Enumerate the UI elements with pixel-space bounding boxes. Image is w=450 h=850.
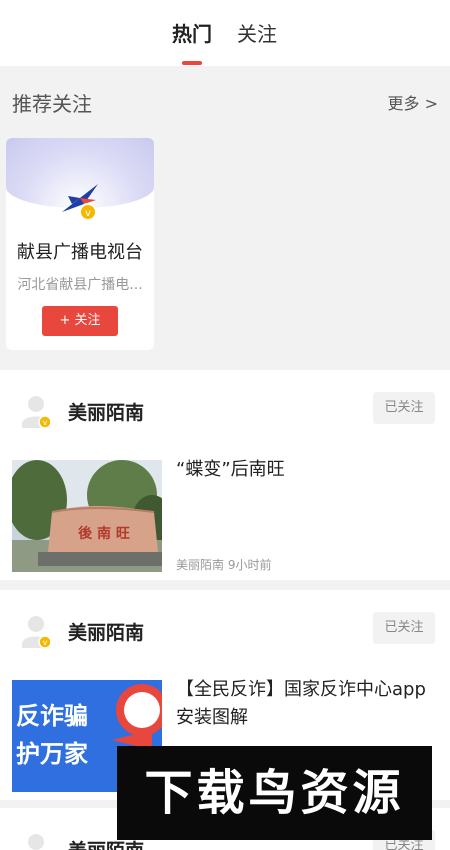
author-name[interactable]: 美丽陌南 bbox=[68, 618, 144, 645]
author-name[interactable]: 美丽陌南 bbox=[68, 398, 144, 425]
card-description: 河北省献县广播电... bbox=[17, 277, 143, 293]
top-tab-bar: 热门 关注 bbox=[0, 0, 450, 66]
feed-item[interactable]: v 美丽陌南 已关注 後 南 旺 “蝶变”后南旺 美丽陌南 9小时前 bbox=[0, 370, 450, 580]
svg-text:v: v bbox=[43, 638, 48, 647]
svg-text:v: v bbox=[85, 208, 91, 219]
recommend-section: 推荐关注 更多 > v 献县广播电视台 河北省献县广播电... + 关注 bbox=[0, 66, 450, 370]
article-thumbnail[interactable]: 後 南 旺 bbox=[12, 460, 162, 572]
recommend-card[interactable]: v 献县广播电视台 河北省献县广播电... + 关注 bbox=[6, 138, 154, 350]
banner-text-1: 反诈骗 bbox=[16, 702, 88, 730]
more-link[interactable]: 更多 > bbox=[388, 90, 439, 114]
avatar-icon[interactable]: v bbox=[22, 394, 50, 428]
avatar-icon[interactable]: v bbox=[22, 614, 50, 648]
card-name: 献县广播电视台 bbox=[17, 242, 143, 263]
svg-text:v: v bbox=[43, 418, 48, 427]
stone-sign-image: 後 南 旺 bbox=[12, 460, 162, 572]
tab-follow[interactable]: 关注 bbox=[237, 18, 277, 47]
avatar-icon[interactable] bbox=[22, 832, 50, 850]
followed-button[interactable]: 已关注 bbox=[373, 612, 435, 644]
followed-button[interactable]: 已关注 bbox=[373, 392, 435, 424]
article-meta: 美丽陌南 9小时前 bbox=[176, 558, 272, 572]
tab-hot[interactable]: 热门 bbox=[172, 18, 212, 47]
tab-indicator bbox=[182, 61, 202, 65]
card-follow-button[interactable]: + 关注 bbox=[42, 306, 118, 336]
article-title[interactable]: “蝶变”后南旺 bbox=[176, 456, 438, 484]
watermark-overlay: 下载鸟资源 bbox=[117, 746, 432, 840]
tv-station-logo-icon: v bbox=[62, 184, 98, 221]
banner-text-2: 护万家 bbox=[16, 740, 88, 768]
article-title[interactable]: 【全民反诈】国家反诈中心app安装图解 bbox=[176, 676, 438, 732]
recommend-title: 推荐关注 bbox=[12, 92, 92, 116]
stone-text: 後 南 旺 bbox=[78, 525, 130, 542]
